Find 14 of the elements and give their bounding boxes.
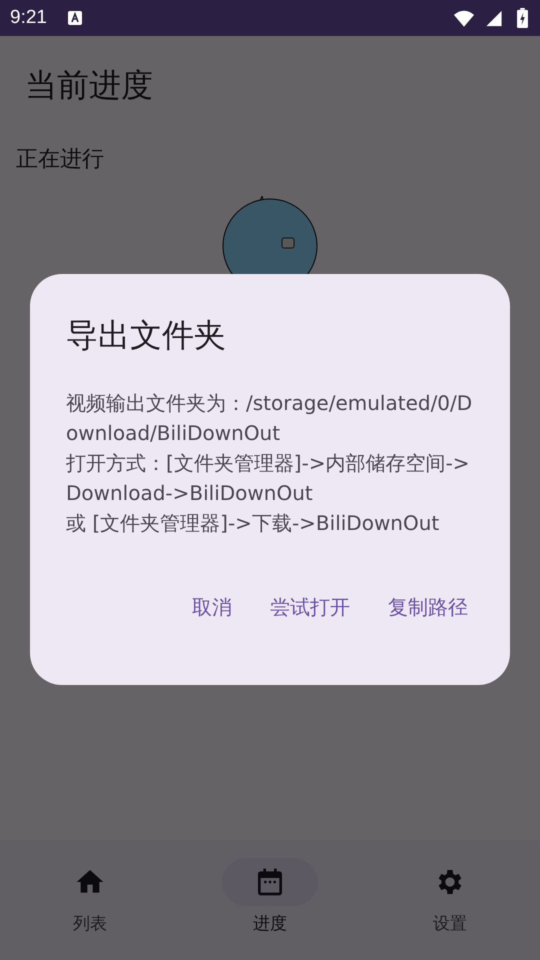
dialog-message: 视频输出文件夹为：/storage/emulated/0/Download/BiliDownOut 打开方式：[文件夹管理器]->内部储存空间->Download->BiliDownOut 或 [文件夹管理器]->下载->BiliDownOut	[66, 390, 474, 537]
nav-item[interactable]: 列表	[0, 840, 180, 960]
section-heading: 正在进行	[15, 146, 105, 174]
dialog-button[interactable]: 复制路径	[376, 584, 480, 631]
wifi-icon	[453, 8, 475, 28]
dialog-button[interactable]: 尝试打开	[258, 584, 362, 631]
dialog-button[interactable]: 取消	[180, 584, 244, 631]
status-time: 9:21	[10, 7, 47, 29]
nav-item[interactable]: 设置	[360, 840, 540, 960]
battery-icon	[517, 8, 528, 28]
nav-item[interactable]: 进度	[180, 840, 360, 960]
notification-icon	[66, 10, 83, 26]
page-title: 当前进度	[24, 65, 154, 106]
dialog-title: 导出文件夹	[66, 315, 227, 356]
